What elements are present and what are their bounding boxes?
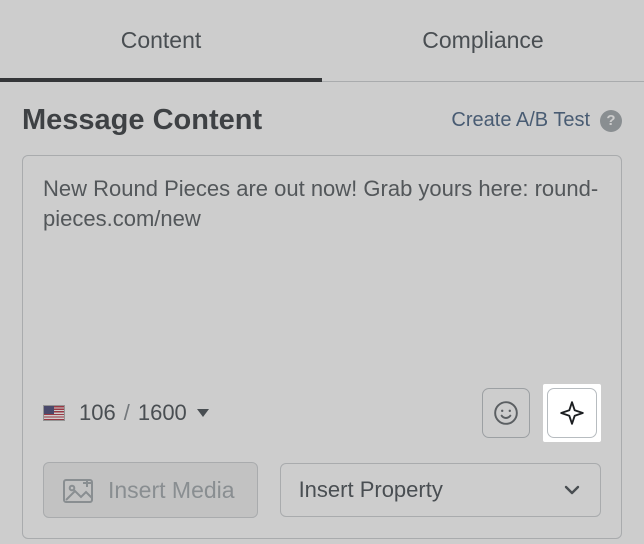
tab-compliance-label: Compliance	[422, 27, 543, 54]
char-counter: 106 / 1600	[79, 400, 209, 426]
section-header: Message Content Create A/B Test ?	[0, 82, 644, 137]
header-actions: Create A/B Test ?	[451, 109, 622, 132]
image-plus-icon	[62, 476, 94, 504]
message-textarea[interactable]: New Round Pieces are out now! Grab yours…	[43, 174, 601, 364]
insert-property-label: Insert Property	[299, 477, 443, 503]
bottom-actions: Insert Media Insert Property	[43, 462, 601, 518]
tab-content-label: Content	[121, 27, 202, 54]
insert-media-label: Insert Media	[108, 477, 235, 504]
sparkle-icon	[559, 400, 585, 426]
ai-sparkle-button[interactable]	[543, 384, 601, 442]
smiley-icon	[493, 400, 519, 426]
message-editor: New Round Pieces are out now! Grab yours…	[22, 155, 622, 539]
tab-content[interactable]: Content	[0, 0, 322, 81]
chevron-down-icon	[197, 409, 209, 417]
us-flag-icon	[43, 405, 65, 421]
emoji-button[interactable]	[482, 388, 530, 438]
char-counter-group[interactable]: 106 / 1600	[43, 400, 209, 426]
editor-toolbar: 106 / 1600	[43, 384, 601, 442]
char-count: 106	[79, 400, 116, 426]
insert-media-button[interactable]: Insert Media	[43, 462, 258, 518]
editor-right-buttons	[482, 384, 601, 442]
char-limit: 1600	[138, 400, 187, 426]
char-separator: /	[124, 400, 130, 426]
help-icon[interactable]: ?	[600, 110, 622, 132]
chevron-down-icon	[562, 480, 582, 500]
page-title: Message Content	[22, 104, 262, 137]
create-ab-test-link[interactable]: Create A/B Test	[451, 109, 590, 132]
tab-compliance[interactable]: Compliance	[322, 0, 644, 81]
insert-property-select[interactable]: Insert Property	[280, 463, 601, 517]
tabs: Content Compliance	[0, 0, 644, 82]
